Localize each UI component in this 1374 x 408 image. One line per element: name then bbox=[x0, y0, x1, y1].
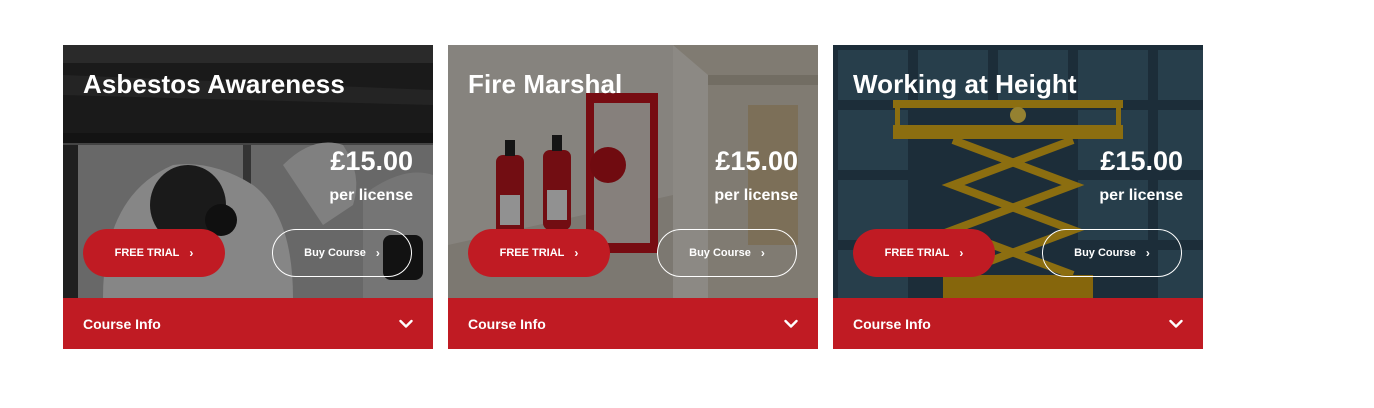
chevron-down-icon bbox=[784, 319, 798, 328]
chevron-down-icon bbox=[1169, 319, 1183, 328]
buy-course-label: Buy Course bbox=[689, 247, 751, 259]
buy-course-label: Buy Course bbox=[1074, 247, 1136, 259]
course-price: £15.00 bbox=[715, 146, 798, 176]
course-title: Working at Height bbox=[853, 69, 1077, 99]
chevron-right-icon: › bbox=[1145, 246, 1150, 260]
course-title: Asbestos Awareness bbox=[83, 69, 345, 99]
buy-course-label: Buy Course bbox=[304, 247, 366, 259]
course-card-list: Asbestos Awareness £15.00 per license FR… bbox=[63, 45, 1203, 349]
price-unit: per license bbox=[329, 187, 413, 204]
course-hero: Working at Height £15.00 per license FRE… bbox=[833, 45, 1203, 298]
course-info-toggle[interactable]: Course Info bbox=[63, 298, 433, 349]
course-info-label: Course Info bbox=[468, 315, 546, 332]
course-card-asbestos: Asbestos Awareness £15.00 per license FR… bbox=[63, 45, 433, 349]
chevron-down-icon bbox=[399, 319, 413, 328]
buy-course-button[interactable]: Buy Course › bbox=[657, 229, 797, 277]
free-trial-label: FREE TRIAL bbox=[499, 247, 565, 259]
course-info-toggle[interactable]: Course Info bbox=[833, 298, 1203, 349]
chevron-right-icon: › bbox=[760, 246, 765, 260]
course-hero: Asbestos Awareness £15.00 per license FR… bbox=[63, 45, 433, 298]
course-card-working-at-height: Working at Height £15.00 per license FRE… bbox=[833, 45, 1203, 349]
course-info-label: Course Info bbox=[853, 315, 931, 332]
price-unit: per license bbox=[1099, 187, 1183, 204]
free-trial-button[interactable]: FREE TRIAL › bbox=[853, 229, 995, 277]
chevron-right-icon: › bbox=[574, 246, 579, 260]
free-trial-label: FREE TRIAL bbox=[884, 247, 950, 259]
buy-course-button[interactable]: Buy Course › bbox=[1042, 229, 1182, 277]
chevron-right-icon: › bbox=[959, 246, 964, 260]
free-trial-label: FREE TRIAL bbox=[114, 247, 180, 259]
course-card-fire-marshal: Fire Marshal £15.00 per license FREE TRI… bbox=[448, 45, 818, 349]
buy-course-button[interactable]: Buy Course › bbox=[272, 229, 412, 277]
chevron-right-icon: › bbox=[189, 246, 194, 260]
free-trial-button[interactable]: FREE TRIAL › bbox=[468, 229, 610, 277]
course-price: £15.00 bbox=[1100, 146, 1183, 176]
course-info-toggle[interactable]: Course Info bbox=[448, 298, 818, 349]
course-info-label: Course Info bbox=[83, 315, 161, 332]
course-price: £15.00 bbox=[330, 146, 413, 176]
course-hero: Fire Marshal £15.00 per license FREE TRI… bbox=[448, 45, 818, 298]
price-unit: per license bbox=[714, 187, 798, 204]
free-trial-button[interactable]: FREE TRIAL › bbox=[83, 229, 225, 277]
chevron-right-icon: › bbox=[375, 246, 380, 260]
course-title: Fire Marshal bbox=[468, 69, 623, 99]
